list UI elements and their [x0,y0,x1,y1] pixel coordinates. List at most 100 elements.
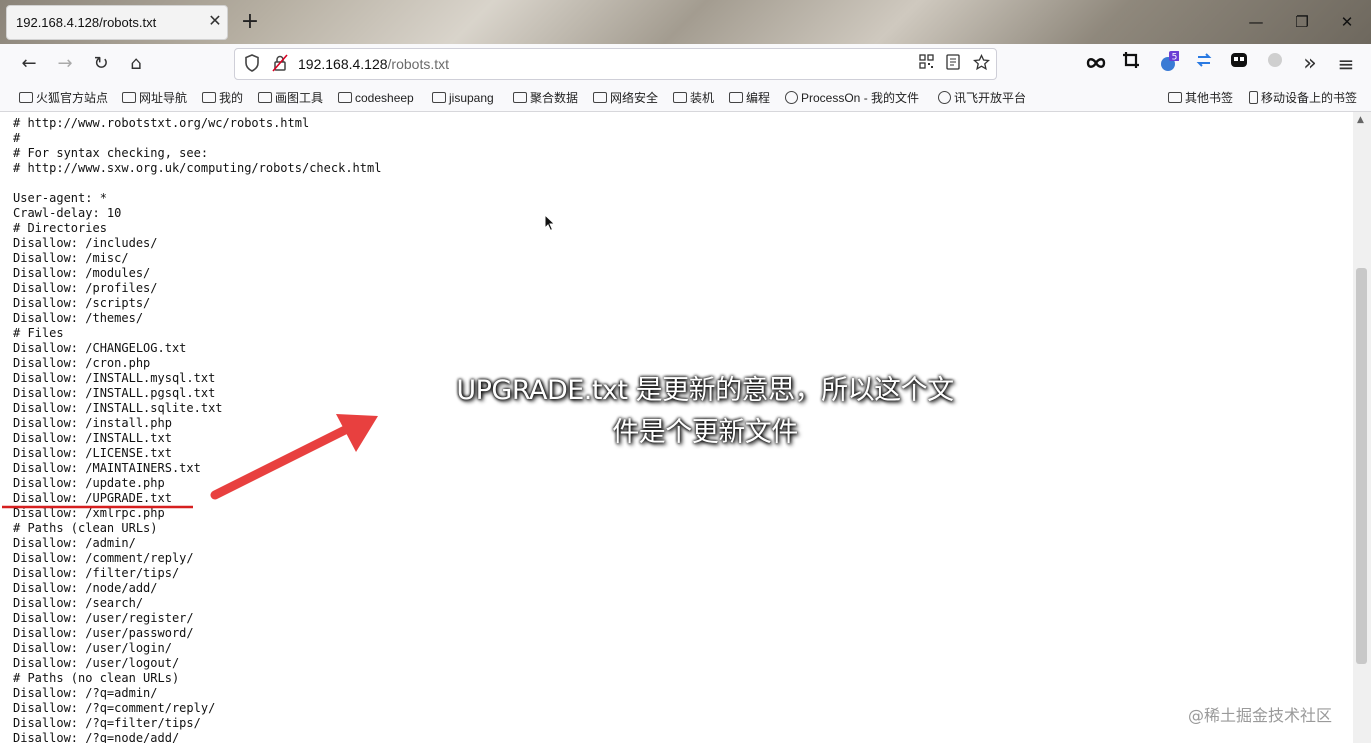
robots-line: # Files [13,326,64,340]
bookmark-folder[interactable]: jisupang [432,89,494,107]
phone-icon [1249,91,1258,104]
robots-line: Disallow: /?q=comment/reply/ [13,701,216,715]
robots-line: Disallow: /themes/ [13,311,144,325]
forward-button[interactable]: → [52,51,78,77]
mouse-cursor-icon [544,214,556,232]
app-menu-button[interactable]: ≡ [1333,51,1359,77]
robots-line: Disallow: /cron.php [13,356,151,370]
caption-line-1: UPGRADE.txt 是更新的意思，所以这个文 [456,375,954,406]
robots-line: Disallow: /CHANGELOG.txt [13,341,187,355]
robots-line: Disallow: /?q=node/add/ [13,731,180,743]
folder-icon [432,92,446,103]
robots-line: Disallow: /profiles/ [13,281,158,295]
globe-icon [938,91,951,104]
folder-icon [202,92,216,103]
robots-line: # Paths (no clean URLs) [13,671,180,685]
robots-line: Disallow: /update.php [13,476,165,490]
robots-line: Disallow: /?q=admin/ [13,686,158,700]
robots-line: Disallow: /LICENSE.txt [13,446,172,460]
insecure-lock-icon[interactable] [270,54,290,74]
bookmark-star-icon[interactable] [971,53,991,74]
bookmark-folder[interactable]: 装机 [673,89,714,107]
other-bookmarks-folder[interactable]: 其他书签 [1168,89,1233,107]
robots-line [13,176,381,191]
robots-txt-text: # http://www.robotstxt.org/wc/robots.htm… [13,116,381,743]
overflow-menu-button[interactable]: » [1297,51,1323,77]
robots-line: Disallow: /INSTALL.pgsql.txt [13,386,216,400]
robots-line: Disallow: /search/ [13,596,144,610]
robots-line: Disallow: /modules/ [13,266,151,280]
bookmark-folder[interactable]: 火狐官方站点 [19,89,108,107]
robots-line: Disallow: /install.php [13,416,172,430]
robots-line: # http://www.robotstxt.org/wc/robots.htm… [13,116,310,130]
folder-icon [593,92,607,103]
new-tab-button[interactable]: + [238,10,262,34]
shield-icon[interactable] [242,54,262,74]
folder-icon [673,92,687,103]
reader-view-icon[interactable] [943,54,963,74]
robots-line: User-agent: * [13,191,107,205]
window-close-button[interactable]: ✕ [1332,10,1362,34]
robots-line: Disallow: /admin/ [13,536,136,550]
folder-icon [338,92,352,103]
mobile-bookmarks-folder[interactable]: 移动设备上的书签 [1249,89,1357,107]
game-extension-icon[interactable] [1226,51,1252,77]
crop-screenshot-icon[interactable] [1118,51,1144,77]
maximize-button[interactable]: ❐ [1287,10,1317,34]
robots-line: # http://www.sxw.org.uk/computing/robots… [13,161,382,175]
folder-icon [729,92,743,103]
disabled-extension-icon[interactable] [1262,51,1288,77]
bookmark-folder[interactable]: 编程 [729,89,770,107]
bookmark-folder[interactable]: 画图工具 [258,89,323,107]
bookmark-folder[interactable]: 网络安全 [593,89,658,107]
bookmarks-toolbar: 火狐官方站点 网址导航 我的 画图工具 codesheep jisupang 聚… [0,84,1371,112]
minimize-button[interactable]: — [1241,10,1271,34]
vertical-scrollbar[interactable]: ▲ [1353,112,1371,743]
robots-line: Disallow: /node/add/ [13,581,158,595]
folder-icon [1168,92,1182,103]
robots-line: # Paths (clean URLs) [13,521,158,535]
qr-code-icon[interactable] [916,54,936,74]
robots-line: Disallow: /INSTALL.mysql.txt [13,371,216,385]
bookmark-folder[interactable]: 我的 [202,89,243,107]
bookmark-folder[interactable]: 聚合数据 [513,89,578,107]
video-caption: UPGRADE.txt 是更新的意思，所以这个文 件是个更新文件 [440,370,970,454]
globe-icon [785,91,798,104]
bookmark-folder[interactable]: 网址导航 [122,89,187,107]
back-button[interactable]: ← [16,51,42,77]
bookmark-link[interactable]: 讯飞开放平台 [938,89,1026,107]
robots-line: Disallow: /user/register/ [13,611,194,625]
folder-icon [258,92,272,103]
active-tab[interactable]: 192.168.4.128/robots.txt ✕ [6,5,228,40]
robots-line: Disallow: /xmlrpc.php [13,506,165,520]
robots-line: Disallow: /comment/reply/ [13,551,194,565]
scroll-up-arrow-icon[interactable]: ▲ [1357,115,1364,125]
robots-line: # For syntax checking, see: [13,146,209,160]
robots-line: Crawl-delay: 10 [13,206,122,220]
address-bar[interactable]: 192.168.4.128/robots.txt [234,48,997,80]
robots-line: Disallow: /INSTALL.txt [13,431,172,445]
tab-title: 192.168.4.128/robots.txt [16,15,157,30]
folder-icon [19,92,33,103]
infinity-extension-icon[interactable] [1083,51,1109,77]
extension-badge-icon[interactable]: 5 [1155,51,1181,77]
folder-icon [513,92,527,103]
robots-line: Disallow: /misc/ [13,251,129,265]
reload-button[interactable]: ↻ [88,51,114,77]
robots-line: Disallow: /MAINTAINERS.txt [13,461,201,475]
watermark: @稀土掘金技术社区 [1188,706,1333,725]
scrollbar-thumb[interactable] [1356,268,1367,664]
robots-line: # [13,131,21,145]
home-button[interactable]: ⌂ [123,51,149,77]
robots-line: Disallow: /includes/ [13,236,158,250]
bookmark-folder[interactable]: codesheep [338,89,414,107]
robots-line: Disallow: /?q=filter/tips/ [13,716,201,730]
robots-line: Disallow: /user/logout/ [13,656,180,670]
folder-icon [122,92,136,103]
bookmark-link[interactable]: ProcessOn - 我的文件 [785,89,919,107]
sync-extension-icon[interactable] [1191,51,1217,77]
url-text[interactable]: 192.168.4.128/robots.txt [298,56,449,72]
robots-line: Disallow: /filter/tips/ [13,566,180,580]
caption-line-2: 件是个更新文件 [612,417,798,448]
close-tab-icon[interactable]: ✕ [206,12,224,30]
